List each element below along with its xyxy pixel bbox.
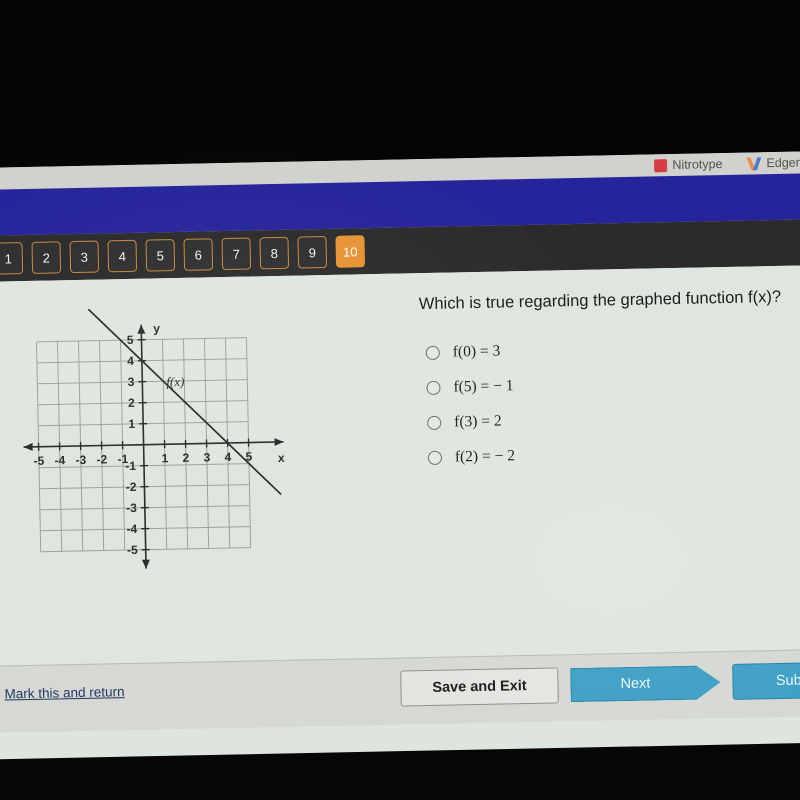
question-nav-item-6[interactable]: 6 [183, 238, 214, 271]
answer-options: f(0) = 3 f(5) = − 1 f(3) = 2 f(2) = − 2 [419, 329, 752, 476]
xtick-label: -5 [33, 454, 44, 468]
ytick-label: 3 [127, 375, 134, 389]
question-content-panel: -5 -4 -3 -2 -1 1 2 3 4 5 -5 -4 -3 -2 -1 [0, 264, 800, 666]
function-graph: -5 -4 -3 -2 -1 1 2 3 4 5 -5 -4 -3 -2 -1 [12, 283, 318, 579]
question-text: Which is true regarding the graphed func… [418, 287, 782, 314]
xtick-label: 3 [203, 450, 210, 464]
ytick-label: 4 [127, 354, 134, 368]
next-button[interactable]: Next [570, 665, 721, 702]
radio-icon[interactable] [425, 345, 440, 360]
bookmark-label: Nitrotype [672, 157, 723, 173]
question-nav-item-5[interactable]: 5 [145, 239, 176, 272]
y-axis-label: y [153, 321, 160, 335]
mark-this-and-return-link[interactable]: Mark this and return [4, 684, 124, 701]
radio-icon[interactable] [427, 450, 443, 465]
save-and-exit-button[interactable]: Save and Exit [400, 667, 559, 707]
footer-button-group: Save and Exit Next Submit [400, 661, 800, 707]
bookmark-edgenuity[interactable]: Edgenuity [748, 155, 800, 170]
question-nav-item-3[interactable]: 3 [69, 240, 100, 274]
ytick-label: -5 [127, 543, 138, 557]
nitrotype-favicon-icon [654, 158, 668, 172]
edgenuity-favicon-icon [748, 157, 761, 170]
ytick-label: 1 [128, 417, 135, 431]
radio-icon[interactable] [426, 380, 441, 395]
xtick-label: 1 [161, 451, 168, 465]
xtick-label: -3 [75, 453, 86, 467]
question-nav-item-8[interactable]: 8 [259, 236, 290, 270]
xtick-label: 2 [182, 451, 189, 465]
bookmark-label: Edgenuity [766, 155, 800, 171]
xtick-label: -4 [54, 453, 65, 467]
answer-option-label: f(3) = 2 [454, 412, 502, 430]
question-nav-item-2[interactable]: 2 [31, 241, 62, 274]
ytick-label: -2 [126, 480, 137, 494]
ytick-label: -1 [125, 459, 136, 473]
screen-photo: Nitrotype Edgenuity 1 2 3 4 5 6 7 8 9 10… [0, 0, 800, 800]
answer-option-label: f(0) = 3 [452, 342, 501, 360]
xtick-label: 4 [224, 450, 231, 464]
function-label: f(x) [166, 374, 184, 389]
bookmark-nitrotype[interactable]: Nitrotype [654, 157, 723, 173]
question-nav-item-1[interactable]: 1 [0, 242, 24, 275]
ytick-label: 5 [127, 333, 134, 347]
ytick-label: -4 [126, 522, 137, 536]
ytick-label: -3 [126, 501, 137, 515]
xtick-label: -2 [96, 452, 107, 466]
question-nav-item-9[interactable]: 9 [297, 235, 328, 269]
function-line [87, 308, 282, 496]
question-nav-item-4[interactable]: 4 [107, 239, 138, 273]
answer-option-d[interactable]: f(2) = − 2 [422, 433, 753, 475]
submit-button[interactable]: Submit [732, 661, 800, 700]
answer-option-label: f(2) = − 2 [454, 446, 516, 465]
question-nav-item-7[interactable]: 7 [221, 237, 252, 271]
question-nav-item-10[interactable]: 10 [335, 235, 366, 268]
ytick-label: 2 [128, 396, 135, 410]
monitor-screen: Nitrotype Edgenuity 1 2 3 4 5 6 7 8 9 10… [0, 150, 800, 780]
radio-icon[interactable] [427, 415, 442, 430]
x-axis-label: x [278, 451, 285, 465]
answer-option-label: f(5) = − 1 [453, 376, 514, 395]
